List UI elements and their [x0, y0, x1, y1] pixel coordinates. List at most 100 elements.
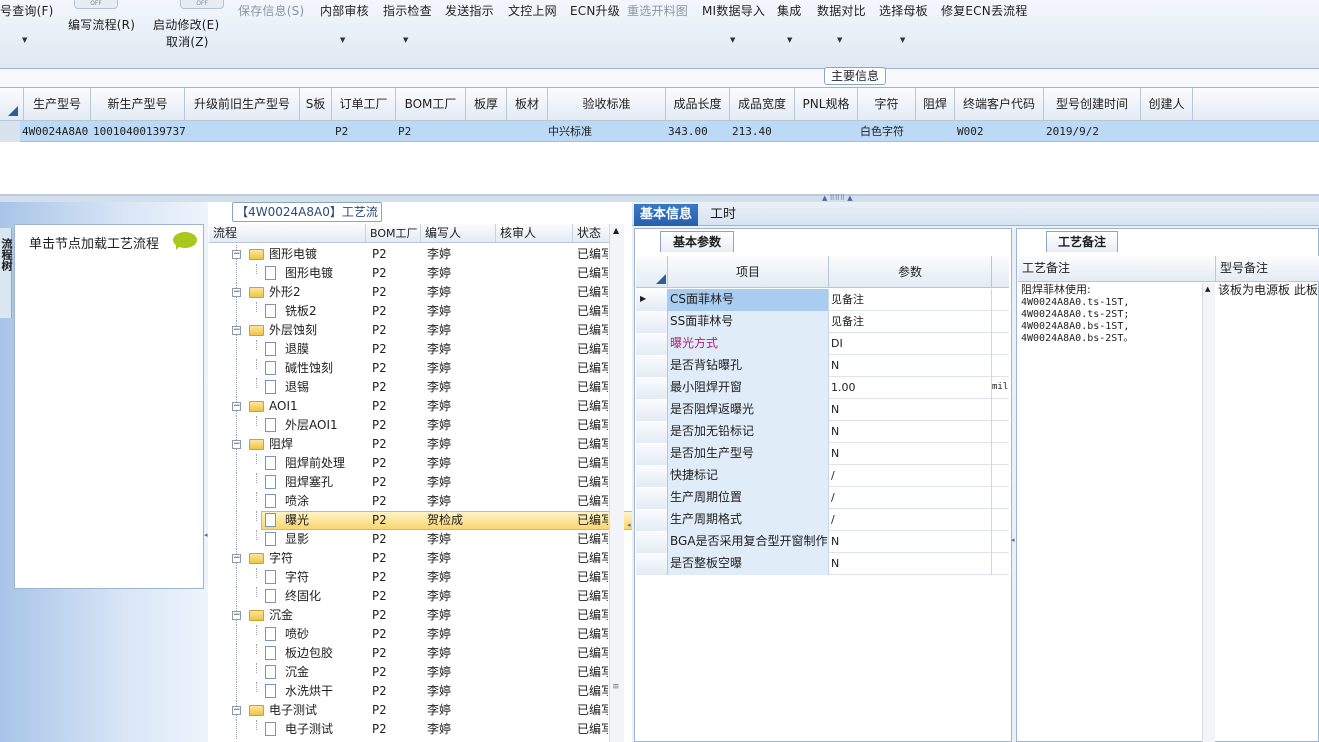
row-indicator[interactable]	[636, 333, 668, 355]
tree-step-node[interactable]: 退膜 P2 李婷 已编写	[209, 340, 609, 359]
collapse-icon[interactable]: −	[232, 326, 241, 335]
chevron-down-icon[interactable]: ▼	[340, 36, 345, 44]
param-row[interactable]: 生产周期格式 /	[636, 509, 1009, 531]
tree-step-node[interactable]: 显影 P2 李婷 已编写	[209, 530, 609, 549]
column-header[interactable]: BOM工厂	[366, 224, 421, 243]
row-indicator[interactable]	[636, 311, 668, 333]
mi-data-import-button[interactable]: MI数据导入	[702, 2, 765, 20]
row-indicator[interactable]	[636, 399, 668, 421]
param-row[interactable]: 曝光方式 DI	[636, 333, 1009, 355]
param-value-cell[interactable]: /	[829, 465, 992, 487]
tree-step-node[interactable]: 喷涂 P2 李婷 已编写	[209, 492, 609, 511]
chevron-down-icon[interactable]: ▼	[22, 36, 27, 44]
repair-ecn-flow-button[interactable]: 修复ECN丢流程	[941, 2, 1028, 20]
column-header[interactable]: 状态	[573, 224, 613, 243]
tree-step-node[interactable]: 铣板2 P2 李婷 已编写	[209, 302, 609, 321]
param-item-cell[interactable]: SS面菲林号	[668, 311, 829, 333]
tree-group-node[interactable]: − 阻焊 P2 李婷 已编写	[209, 435, 609, 454]
column-header[interactable]: 验收标准	[548, 88, 666, 121]
save-info-button[interactable]: 保存信息(S)	[238, 2, 304, 20]
tree-step-node[interactable]: 碱性蚀刻 P2 李婷 已编写	[209, 359, 609, 378]
param-value-cell[interactable]: N	[829, 443, 992, 465]
tree-step-node[interactable]: 曝光 P2 贺检成 已编写	[209, 511, 817, 530]
column-header[interactable]: 编写人	[421, 224, 496, 243]
row-indicator[interactable]	[636, 377, 668, 399]
collapse-icon[interactable]: −	[232, 440, 241, 449]
param-item-cell[interactable]: 最小阻焊开窗	[668, 377, 829, 399]
column-header[interactable]: 流程	[209, 224, 366, 243]
tab-basic-params[interactable]: 基本参数	[660, 231, 734, 252]
row-indicator[interactable]	[636, 553, 668, 575]
param-row[interactable]: 快捷标记 /	[636, 465, 1009, 487]
tree-group-node[interactable]: − 图形电镀 P2 李婷 已编写	[209, 245, 609, 264]
param-item-cell[interactable]: 生产周期格式	[668, 509, 829, 531]
row-indicator[interactable]	[636, 421, 668, 443]
ecn-upgrade-button[interactable]: ECN升级	[570, 2, 620, 20]
column-header[interactable]: 新生产型号	[91, 88, 185, 121]
integrate-button[interactable]: 集成	[777, 2, 801, 20]
param-item-cell[interactable]: 是否加生产型号	[668, 443, 829, 465]
table-cell[interactable]: 白色字符	[860, 121, 904, 142]
table-row-selected[interactable]	[0, 121, 1319, 142]
column-header[interactable]: 字符	[858, 88, 916, 121]
param-value-cell[interactable]: /	[829, 487, 992, 509]
chevron-down-icon[interactable]: ▼	[900, 36, 905, 44]
tree-step-node[interactable]: 外层AOI1 P2 李婷 已编写	[209, 416, 609, 435]
param-row[interactable]: 是否加生产型号 N	[636, 443, 1009, 465]
tree-group-node[interactable]: − 字符 P2 李婷 已编写	[209, 549, 609, 568]
param-row[interactable]: BGA是否采用复合型开窗制作 N	[636, 531, 1009, 553]
param-row[interactable]: 是否阻焊返曝光 N	[636, 399, 1009, 421]
column-header[interactable]: BOM工厂	[396, 88, 466, 121]
column-header[interactable]: 创建人	[1141, 88, 1193, 121]
param-item-cell[interactable]: CS面菲林号	[668, 289, 829, 311]
param-value-cell[interactable]: /	[829, 509, 992, 531]
table-cell[interactable]: 213.40	[732, 121, 772, 142]
param-row[interactable]: 生产周期位置 /	[636, 487, 1009, 509]
remark-scrollbar[interactable]: ▲	[1202, 283, 1215, 742]
column-header[interactable]: 成品宽度	[730, 88, 795, 121]
reselect-cutting-map-button[interactable]: 重选开料图	[627, 2, 688, 20]
tree-step-node[interactable]: 退锡 P2 李婷 已编写	[209, 378, 609, 397]
tree-group-node[interactable]: − 电子测试 P2 李婷 已编写	[209, 701, 609, 720]
param-item-cell[interactable]: 是否加无铅标记	[668, 421, 829, 443]
tab-flow-tree[interactable]: 流程树	[0, 228, 13, 318]
tab-basic-info[interactable]: 基本信息	[634, 204, 699, 226]
param-row[interactable]: 是否加无铅标记 N	[636, 421, 1009, 443]
param-value-cell[interactable]: DI	[829, 333, 992, 355]
column-header[interactable]: S板	[300, 88, 332, 121]
column-header[interactable]: 订单工厂	[332, 88, 396, 121]
param-item-cell[interactable]: 曝光方式	[668, 333, 829, 355]
collapse-icon[interactable]: −	[232, 706, 241, 715]
table-cell[interactable]: W002	[957, 121, 984, 142]
tree-group-node[interactable]: − 外层蚀刻 P2 李婷 已编写	[209, 321, 609, 340]
column-header[interactable]: 工艺备注	[1020, 256, 1216, 282]
table-cell[interactable]: 4W0024A8A0	[22, 121, 88, 142]
chevron-down-icon[interactable]: ▼	[837, 36, 842, 44]
param-row[interactable]: ▶ CS面菲林号 见备注	[636, 289, 1009, 311]
column-header[interactable]: 生产型号	[24, 88, 91, 121]
query-model-button[interactable]: 号查询(F)	[0, 2, 53, 20]
param-row[interactable]: 最小阻焊开窗 1.00 mil	[636, 377, 1009, 399]
param-value-cell[interactable]: N	[829, 355, 992, 377]
tab-process-remarks[interactable]: 工艺备注	[1046, 231, 1118, 252]
column-header[interactable]: 终端客户代码	[955, 88, 1044, 121]
table-cell[interactable]: 中兴标准	[548, 121, 592, 142]
select-mother-board-button[interactable]: 选择母板	[879, 2, 928, 20]
param-value-cell[interactable]: N	[829, 531, 992, 553]
start-modify-button[interactable]: 启动修改(E)	[153, 16, 219, 34]
column-header[interactable]: 型号创建时间	[1044, 88, 1141, 121]
param-item-cell[interactable]: 快捷标记	[668, 465, 829, 487]
chevron-down-icon[interactable]: ▼	[787, 36, 792, 44]
column-header[interactable]: 核审人	[496, 224, 573, 243]
param-item-cell[interactable]: BGA是否采用复合型开窗制作	[668, 531, 829, 553]
instruction-check-button[interactable]: 指示检查	[383, 2, 432, 20]
row-indicator[interactable]	[636, 531, 668, 553]
column-header[interactable]: 阻焊	[916, 88, 955, 121]
off-toggle[interactable]: OFF	[74, 0, 118, 9]
collapse-icon[interactable]: −	[232, 554, 241, 563]
cancel-button[interactable]: 取消(Z)	[166, 33, 209, 51]
param-value-cell[interactable]: N	[829, 553, 992, 575]
param-value-cell[interactable]: N	[829, 399, 992, 421]
table-cell[interactable]: 10010400139737	[93, 121, 186, 142]
send-instruction-button[interactable]: 发送指示	[445, 2, 494, 20]
